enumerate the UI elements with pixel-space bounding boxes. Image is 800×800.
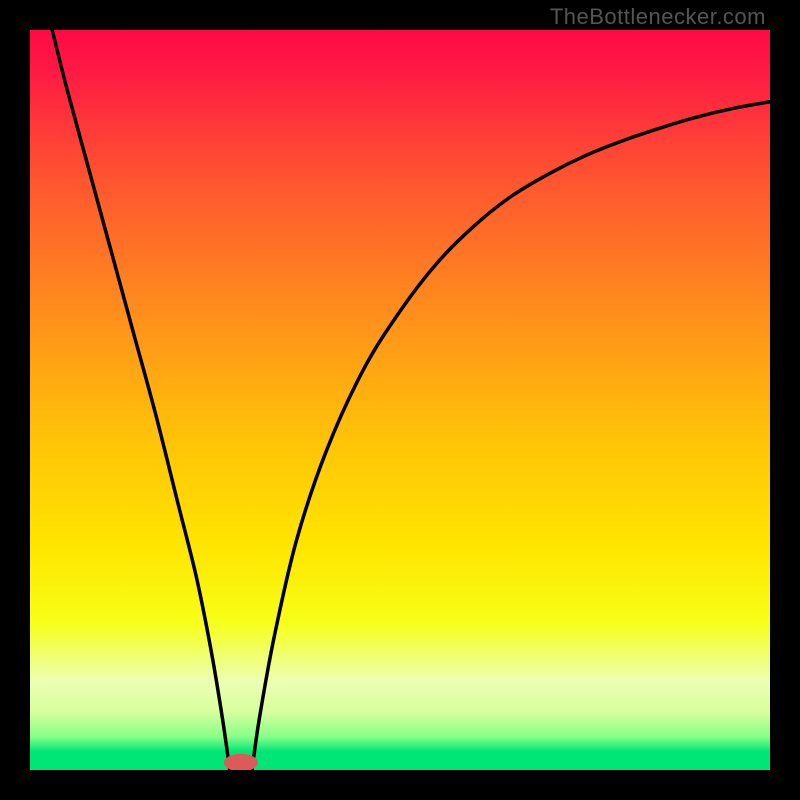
- watermark-text: TheBottlenecker.com: [550, 4, 766, 30]
- gradient-background: [30, 30, 770, 770]
- bottleneck-chart: [30, 30, 770, 770]
- chart-frame: [30, 30, 770, 770]
